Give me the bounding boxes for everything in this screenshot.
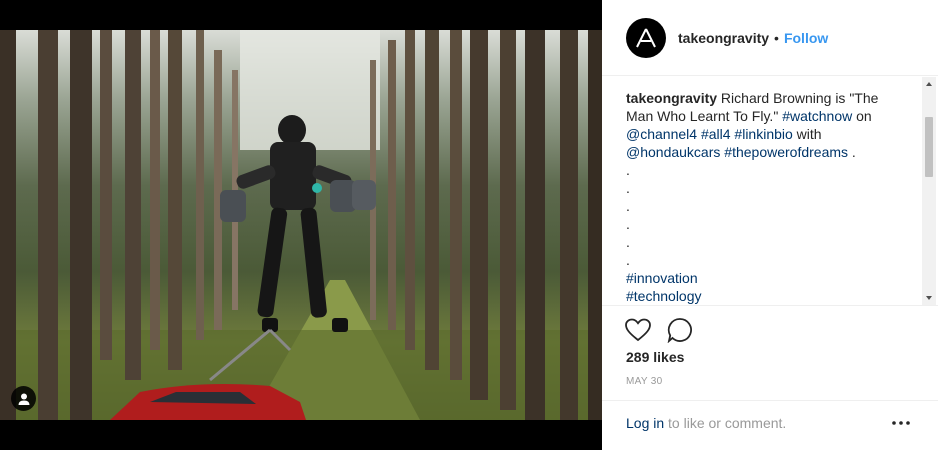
like-count[interactable]: 289 likes xyxy=(626,349,684,365)
hashtag-innovation[interactable]: #innovation xyxy=(626,269,902,287)
post-side-panel: takeongravity • Follow takeongravity Ric… xyxy=(602,0,938,450)
tag-button[interactable] xyxy=(11,386,36,411)
triangle-logo-icon xyxy=(636,28,656,47)
login-link[interactable]: Log in xyxy=(626,415,664,431)
header-separator: • xyxy=(774,29,779,46)
mention-channel4[interactable]: @channel4 xyxy=(626,126,697,142)
comment-button[interactable] xyxy=(666,316,694,344)
post-actions xyxy=(602,305,938,351)
more-options-button[interactable] xyxy=(888,413,914,433)
caption-dot: . xyxy=(626,162,630,178)
scroll-down-button[interactable] xyxy=(922,291,936,305)
hashtag-linkinbio[interactable]: #linkinbio xyxy=(734,126,792,142)
more-options-icon xyxy=(892,421,910,425)
caption-text-end: . xyxy=(848,144,856,160)
caption-scrollbar[interactable] xyxy=(922,77,936,305)
person-tag-icon xyxy=(18,393,29,405)
caption-dot: . xyxy=(626,234,630,250)
header-username[interactable]: takeongravity xyxy=(678,30,769,46)
caption-dot: . xyxy=(626,252,630,268)
caption-scroll-area[interactable]: takeongravity Richard Browning is "The M… xyxy=(602,77,938,305)
scroll-down-arrow-icon xyxy=(926,296,932,300)
caption-dot: . xyxy=(626,198,630,214)
like-button[interactable] xyxy=(624,316,652,344)
caption-text-on: on xyxy=(852,108,872,124)
login-prompt: Log in to like or comment. xyxy=(626,415,786,431)
post-photo[interactable] xyxy=(0,30,602,420)
post-caption: takeongravity Richard Browning is "The M… xyxy=(626,89,902,305)
caption-text-with: with xyxy=(792,126,822,142)
heart-icon xyxy=(625,318,651,342)
caption-username[interactable]: takeongravity xyxy=(626,90,717,106)
hashtag-all4[interactable]: #all4 xyxy=(701,126,731,142)
post-media xyxy=(0,0,602,450)
post-footer: Log in to like or comment. xyxy=(602,400,938,450)
mention-hondaukcars[interactable]: @hondaukcars xyxy=(626,144,720,160)
scroll-up-arrow-icon xyxy=(926,82,932,86)
scroll-up-button[interactable] xyxy=(922,77,936,91)
scrollbar-thumb[interactable] xyxy=(925,117,933,177)
post-header: takeongravity • Follow xyxy=(602,0,938,76)
caption-dot: . xyxy=(626,216,630,232)
comment-bubble-icon xyxy=(667,318,692,343)
forest-scene xyxy=(0,30,602,420)
hashtag-technology[interactable]: #technology xyxy=(626,287,902,305)
follow-button[interactable]: Follow xyxy=(784,30,828,46)
avatar[interactable] xyxy=(626,17,666,58)
caption-dot: . xyxy=(626,180,630,196)
post-date[interactable]: MAY 30 xyxy=(626,376,662,387)
hashtag-thepowerofdreams[interactable]: #thepowerofdreams xyxy=(724,144,848,160)
hashtag-watchnow[interactable]: #watchnow xyxy=(782,108,852,124)
login-prompt-text: to like or comment. xyxy=(664,415,787,431)
